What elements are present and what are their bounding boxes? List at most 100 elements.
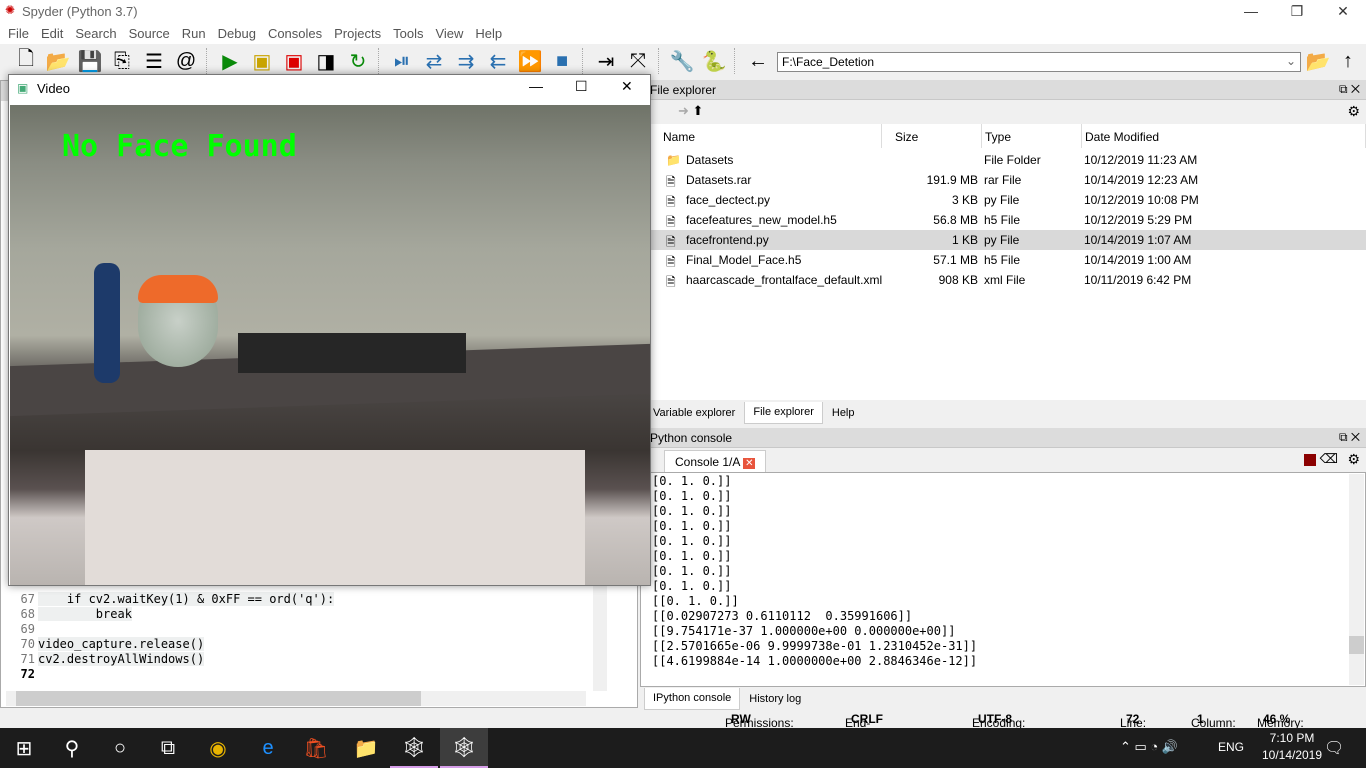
eraser-icon[interactable]: ⌫ [1320,451,1338,467]
menu-debug[interactable]: Debug [214,22,264,44]
new-file-icon[interactable]: 🗋 [10,46,42,76]
video-window[interactable]: ▣ Video — ☐ ✕ No Face Found [8,74,651,586]
save-all-icon[interactable]: ⎘ [106,46,138,76]
line-number: 71 [20,652,35,666]
folder-icon: 📁 [666,153,681,167]
stop-icon[interactable]: ■ [546,46,578,76]
video-window-title: Video [37,81,71,96]
gear-icon[interactable]: ⚙ [1347,451,1360,468]
file-date: 10/12/2019 11:23 AM [1084,153,1198,167]
fullscreen-icon[interactable]: ⤧ [622,46,654,76]
file-name: face_dectect.py [686,193,771,207]
column-header-date[interactable]: Date Modified [1082,124,1366,148]
column-header-size[interactable]: Size [882,124,982,148]
task-view-icon[interactable]: ⧉ [144,728,192,768]
run-selection-icon[interactable]: ◨ [310,46,342,76]
column-header-name[interactable]: Name [650,124,882,148]
console-scrollbar[interactable] [1349,474,1364,685]
tab-file-explorer[interactable]: File explorer [744,402,823,424]
menu-help[interactable]: Help [471,22,510,44]
menu-source[interactable]: Source [125,22,178,44]
tab-console-1a[interactable]: Console 1/A ✕ [664,450,767,472]
preferences-wrench-icon[interactable]: 🔧 [666,46,698,76]
tab-help[interactable]: Help [823,402,864,424]
working-directory-input[interactable]: F:\Face_Detetion ⌄ [777,52,1301,72]
at-icon[interactable]: @ [170,46,202,76]
close-tab-icon[interactable]: ✕ [743,458,756,469]
stop-kernel-icon[interactable] [1304,454,1316,466]
file-name: Final_Model_Face.h5 [686,253,802,267]
python-path-icon[interactable]: 🐍 [698,46,730,76]
menu-edit[interactable]: Edit [37,22,71,44]
file-row[interactable]: 🗎 face_dectect.py 3 KB py File 10/12/201… [650,190,1366,210]
chrome-icon[interactable]: ◉ [194,728,242,768]
gear-icon[interactable]: ⚙ [1347,103,1360,120]
file-row[interactable]: 🗎 facefrontend.py 1 KB py File 10/14/201… [650,230,1366,250]
search-icon[interactable]: ⚲ [48,728,96,768]
clock-date[interactable]: 10/14/2019 [1256,748,1328,762]
menu-run[interactable]: Run [178,22,214,44]
video-maximize-button[interactable]: ☐ [575,78,588,95]
menu-consoles[interactable]: Consoles [264,22,330,44]
menu-view[interactable]: View [431,22,471,44]
chevron-down-icon[interactable]: ⌄ [1286,54,1296,68]
spyder-icon-active[interactable]: 🕸 [440,728,488,768]
step-into-icon[interactable]: ⇉ [450,46,482,76]
parent-directory-icon[interactable]: ↑ [1332,46,1364,76]
tray-icons[interactable]: ⌃ ▭ ◔ 🔊 [1120,739,1178,755]
continue-icon[interactable]: ⏩ [514,46,546,76]
file-explorer-icon[interactable]: 📁 [342,728,390,768]
minimize-button[interactable]: — [1228,0,1274,22]
file-date: 10/12/2019 5:29 PM [1084,213,1193,227]
open-folder-icon[interactable]: 📂 [42,46,74,76]
file-row[interactable]: 🗎 haarcascade_frontalface_default.xml 90… [650,270,1366,290]
file-row[interactable]: 🗎 facefeatures_new_model.h5 56.8 MB h5 F… [650,210,1366,230]
run-cell-advance-icon[interactable]: ▣ [278,46,310,76]
run-cell-icon[interactable]: ▣ [246,46,278,76]
menu-tools[interactable]: Tools [389,22,431,44]
horizontal-scrollbar[interactable] [6,691,586,706]
file-row[interactable]: 🗎 Final_Model_Face.h5 57.1 MB h5 File 10… [650,250,1366,270]
close-button[interactable]: ✕ [1320,0,1366,22]
column-header-type[interactable]: Type [982,124,1082,148]
menu-search[interactable]: Search [71,22,124,44]
file-row[interactable]: 🗎 Datasets.rar 191.9 MB rar File 10/14/2… [650,170,1366,190]
outline-icon[interactable]: ☰ [138,46,170,76]
menu-file[interactable]: File [4,22,37,44]
browse-folder-icon[interactable]: 📂 [1302,46,1334,76]
run-icon[interactable]: ▶ [214,46,246,76]
video-minimize-button[interactable]: — [529,78,543,94]
debug-icon[interactable]: ⏯ [386,46,418,76]
window-app-icon: ▣ [17,81,29,95]
tab-history-log[interactable]: History log [740,688,810,710]
start-windows-icon[interactable]: ⊞ [0,728,48,768]
undock-close-icon[interactable]: ⧉ ✕ [1339,82,1360,97]
back-arrow-icon[interactable]: ← [742,46,774,76]
file-type: rar File [984,173,1022,187]
menu-projects[interactable]: Projects [330,22,389,44]
console-output[interactable]: [0. 1. 0.]] [0. 1. 0.]] [0. 1. 0.]] [0. … [640,472,1366,687]
tab-variable-explorer[interactable]: Variable explorer [644,402,744,424]
rerun-icon[interactable]: ↻ [342,46,374,76]
clock-time[interactable]: 7:10 PM [1262,731,1322,745]
edge-icon[interactable]: e [244,728,292,768]
step-icon[interactable]: ⇄ [418,46,450,76]
fe-nav-icons[interactable]: ➜ ⬆ [678,103,703,119]
file-table: Name Size Type Date Modified 📁 Datasets … [650,124,1366,400]
undock-close-icon[interactable]: ⧉ ✕ [1339,430,1360,445]
maximize-pane-icon[interactable]: ⇥ [590,46,622,76]
store-icon[interactable]: 🛍 [292,728,340,768]
action-center-icon[interactable]: 🗨 [1324,738,1344,758]
cortana-icon[interactable]: ○ [96,728,144,768]
tab-ipython-console[interactable]: IPython console [644,688,741,710]
file-size: 191.9 MB [926,173,978,187]
step-return-icon[interactable]: ⇇ [482,46,514,76]
save-icon[interactable]: 💾 [74,46,106,76]
video-close-button[interactable]: ✕ [621,78,633,95]
spyder-icon[interactable]: 🕸 [390,728,438,768]
menu-bar: File Edit Search Source Run Debug Consol… [0,22,1366,44]
file-row[interactable]: 📁 Datasets File Folder 10/12/2019 11:23 … [650,150,1366,170]
maximize-button[interactable]: ❐ [1274,0,1320,22]
language-indicator[interactable]: ENG [1218,740,1244,754]
jar-lid [138,275,218,303]
